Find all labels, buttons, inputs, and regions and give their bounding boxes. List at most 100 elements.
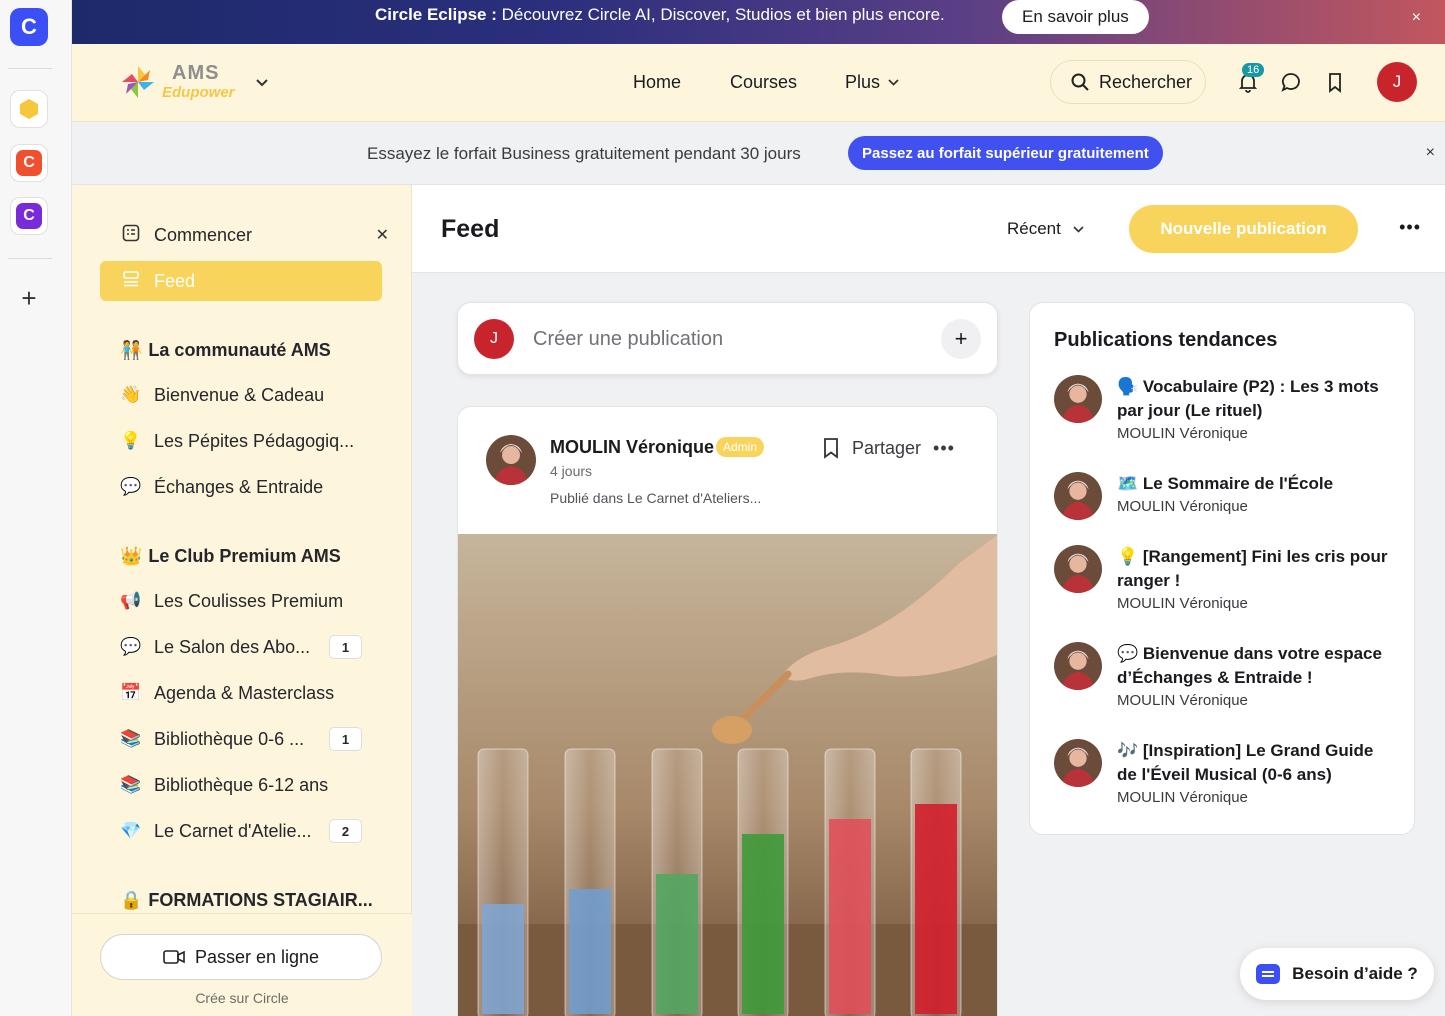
sidebar-section-heading[interactable]: 🔒 FORMATIONS STAGIAIR... xyxy=(120,890,373,911)
admin-badge: Admin xyxy=(716,437,765,457)
sidebar-item-label: Bibliothèque 6-12 ans xyxy=(154,774,329,795)
trending-item[interactable]: 🎶 [Inspiration] Le Grand Guide de l'Évei… xyxy=(1054,739,1394,819)
lightbulb-icon: 💡 xyxy=(120,431,142,450)
trending-author: MOULIN Véronique xyxy=(1117,692,1248,709)
trending-title[interactable]: 💬 Bienvenue dans votre espace d’Échanges… xyxy=(1117,642,1394,690)
composer-placeholder[interactable]: Créer une publication xyxy=(533,328,723,351)
new-post-button[interactable]: Nouvelle publication xyxy=(1129,205,1358,253)
share-button[interactable]: Partager xyxy=(852,438,921,459)
more-options-icon[interactable]: ••• xyxy=(933,438,955,459)
sort-label: Récent xyxy=(1007,219,1061,238)
feed-icon xyxy=(120,270,142,293)
sidebar-item-pepites[interactable]: 💡 Les Pépites Pédagogiq... xyxy=(100,421,382,461)
orange-c-letter: C xyxy=(16,150,42,176)
sidebar-item-label: Bibliothèque 0-6 ... xyxy=(154,728,305,749)
plus-icon[interactable]: + xyxy=(941,319,981,359)
video-camera-icon xyxy=(163,950,185,964)
powered-by-link[interactable]: Crée sur Circle xyxy=(72,990,412,1006)
bookmark-icon[interactable] xyxy=(822,437,840,459)
user-avatar[interactable]: J xyxy=(1377,62,1417,102)
sidebar-item-label: Les Coulisses Premium xyxy=(154,590,344,611)
sidebar-item-bibliotheque-6-12[interactable]: 📚 Bibliothèque 6-12 ans xyxy=(100,765,382,805)
author-avatar xyxy=(1054,545,1102,593)
notification-badge: 16 xyxy=(1242,63,1265,77)
sidebar-item-carnet[interactable]: 💎 Le Carnet d'Atelie... 2 xyxy=(100,811,382,851)
sidebar-item-salon[interactable]: 💬 Le Salon des Abo... 1 xyxy=(100,627,382,667)
add-community-icon[interactable]: + xyxy=(16,285,42,311)
chat-icon[interactable] xyxy=(1280,71,1302,93)
trending-item[interactable]: 🗣️ Vocabulaire (P2) : Les 3 mots par jou… xyxy=(1054,375,1394,455)
nav-home[interactable]: Home xyxy=(633,72,681,93)
sort-dropdown[interactable]: Récent xyxy=(1007,219,1084,239)
sidebar-item-bienvenue[interactable]: 👋 Bienvenue & Cadeau xyxy=(100,375,382,415)
close-icon[interactable]: × xyxy=(1426,144,1435,162)
more-options-icon[interactable]: ••• xyxy=(1399,217,1421,238)
sidebar-item-bibliotheque-0-6[interactable]: 📚 Bibliothèque 0-6 ... 1 xyxy=(100,719,382,759)
post-composer[interactable]: J Créer une publication + xyxy=(457,302,998,375)
announcement-text: Circle Eclipse : Découvrez Circle AI, Di… xyxy=(375,6,945,24)
sidebar-item-echanges[interactable]: 💬 Échanges & Entraide xyxy=(100,467,382,507)
help-label: Besoin d’aide ? xyxy=(1292,964,1418,983)
trending-panel: Publications tendances 🗣️ Vocabulaire (P… xyxy=(1029,302,1415,835)
sidebar-item-label: Commencer xyxy=(154,224,253,245)
learn-more-button[interactable]: En savoir plus xyxy=(1002,0,1149,34)
trending-title[interactable]: 🗣️ Vocabulaire (P2) : Les 3 mots par jou… xyxy=(1117,375,1394,423)
chevron-down-icon xyxy=(1073,225,1084,233)
post-timestamp[interactable]: 4 jours xyxy=(550,463,592,479)
chevron-down-icon[interactable] xyxy=(256,74,268,90)
sidebar-section-heading[interactable]: 👑 Le Club Premium AMS xyxy=(120,546,341,567)
trending-item[interactable]: 🗺️ Le Sommaire de l'École MOULIN Véroniq… xyxy=(1054,472,1394,528)
trending-title[interactable]: 🗺️ Le Sommaire de l'École xyxy=(1117,472,1394,496)
author-name[interactable]: MOULIN Véronique xyxy=(550,437,714,458)
sidebar-section-heading[interactable]: 🧑‍🤝‍🧑 La communauté AMS xyxy=(120,340,331,361)
post-space-link[interactable]: Publié dans Le Carnet d'Ateliers... xyxy=(550,490,761,506)
sidebar-item-label: Échanges & Entraide xyxy=(154,476,324,497)
orange-c-app-icon[interactable]: C xyxy=(10,144,48,182)
community-icon: 🧑‍🤝‍🧑 xyxy=(120,340,143,360)
trending-author: MOULIN Véronique xyxy=(1117,498,1248,515)
unread-count-badge: 1 xyxy=(329,727,362,751)
search-button[interactable]: Rechercher xyxy=(1050,60,1206,104)
close-icon[interactable]: × xyxy=(1412,9,1421,27)
author-avatar[interactable] xyxy=(486,435,536,485)
speech-bubble-icon: 💬 xyxy=(120,477,142,496)
nav-courses[interactable]: Courses xyxy=(730,72,797,93)
section-title: La communauté AMS xyxy=(148,340,331,360)
purple-c-app-icon[interactable]: C xyxy=(10,197,48,235)
purple-c-letter: C xyxy=(16,203,42,229)
checklist-icon xyxy=(120,224,142,247)
announcement-brand: Circle Eclipse : xyxy=(375,5,497,24)
sidebar-item-label: Feed xyxy=(154,270,196,291)
circle-logo[interactable]: C xyxy=(10,8,48,46)
community-logo[interactable]: AMS Edupower xyxy=(120,62,240,104)
nav-plus-label: Plus xyxy=(845,72,881,92)
sidebar-item-commencer[interactable]: Commencer xyxy=(100,215,382,255)
bookmark-icon[interactable] xyxy=(1324,71,1346,93)
help-button[interactable]: Besoin d’aide ? xyxy=(1240,948,1434,1000)
search-label: Rechercher xyxy=(1099,71,1193,92)
sidebar-item-agenda[interactable]: 📅 Agenda & Masterclass xyxy=(100,673,382,713)
sidebar-item-feed[interactable]: Feed xyxy=(100,261,382,301)
crown-icon: 👑 xyxy=(120,546,143,566)
trending-item[interactable]: 💬 Bienvenue dans votre espace d’Échanges… xyxy=(1054,642,1394,722)
trending-title[interactable]: 🎶 [Inspiration] Le Grand Guide de l'Évei… xyxy=(1117,739,1394,787)
trending-item[interactable]: 💡 [Rangement] Fini les cris pour ranger … xyxy=(1054,545,1394,625)
go-live-button[interactable]: Passer en ligne xyxy=(100,934,382,980)
speech-bubble-icon: 💬 xyxy=(120,637,142,656)
gem-icon: 💎 xyxy=(120,821,142,840)
go-live-label: Passer en ligne xyxy=(194,946,320,967)
upgrade-button[interactable]: Passez au forfait supérieur gratuitement xyxy=(848,136,1163,170)
close-icon[interactable]: ✕ xyxy=(376,225,389,245)
author-avatar xyxy=(1054,739,1102,787)
avatar: J xyxy=(474,319,514,359)
announcement-message: Découvrez Circle AI, Discover, Studios e… xyxy=(496,5,945,24)
feed-header: Feed Récent Nouvelle publication ••• xyxy=(412,185,1445,273)
nav-plus[interactable]: Plus xyxy=(845,72,899,93)
section-title: FORMATIONS STAGIAIR... xyxy=(148,890,373,910)
unread-count-badge: 2 xyxy=(329,819,362,843)
sidebar-item-coulisses[interactable]: 📢 Les Coulisses Premium xyxy=(100,581,382,621)
app-rail: C C C + xyxy=(0,0,72,1016)
search-icon xyxy=(1071,73,1089,91)
trending-title[interactable]: 💡 [Rangement] Fini les cris pour ranger … xyxy=(1117,545,1394,593)
hexagon-app-icon[interactable] xyxy=(10,90,48,128)
